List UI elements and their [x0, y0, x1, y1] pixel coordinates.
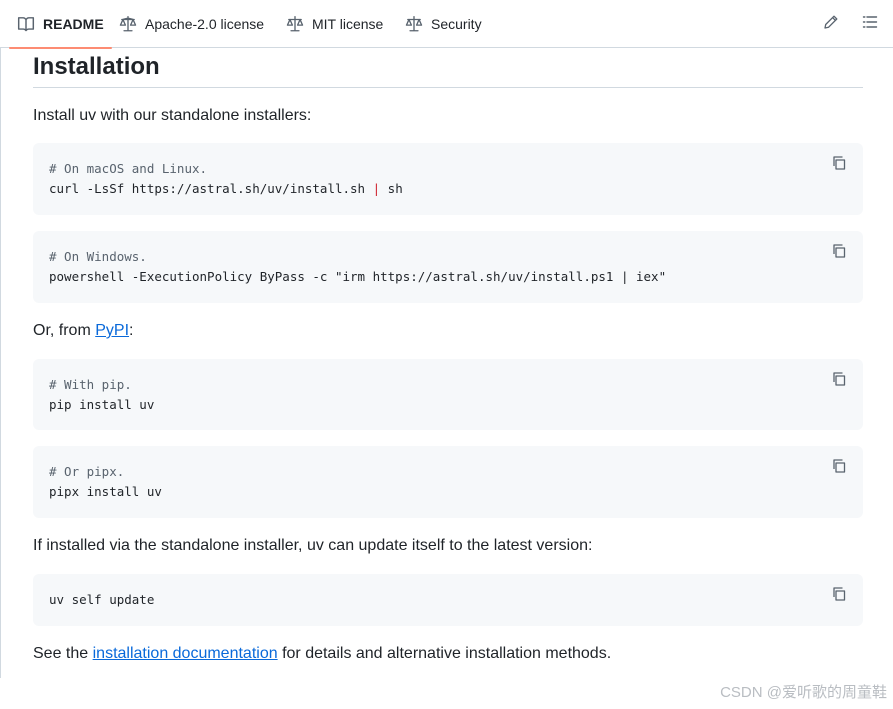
scale-icon — [405, 15, 423, 33]
code-block-self-update: uv self update — [33, 574, 863, 626]
section-heading: Installation — [33, 52, 863, 88]
code-comment: # On macOS and Linux. — [49, 161, 208, 176]
copy-icon — [831, 586, 847, 607]
code-text[interactable]: # On Windows. powershell -ExecutionPolic… — [49, 247, 666, 287]
tab-mit-label: MIT license — [312, 16, 384, 32]
list-icon — [862, 14, 878, 35]
readme-tabbar: README Apache-2.0 license MIT license Se… — [0, 0, 893, 49]
copy-icon — [831, 243, 847, 264]
copy-button[interactable] — [830, 155, 848, 176]
copy-button[interactable] — [830, 458, 848, 479]
code-command: pip install uv — [49, 397, 155, 412]
code-comment: # On Windows. — [49, 249, 147, 264]
docs-suffix: for details and alternative installation… — [277, 645, 612, 662]
code-command: uv self update — [49, 592, 155, 607]
scale-icon — [286, 15, 304, 33]
code-text[interactable]: # Or pipx. pipx install uv — [49, 462, 162, 502]
tab-mit-license[interactable]: MIT license — [286, 0, 383, 48]
copy-icon — [831, 155, 847, 176]
content-left-border — [0, 48, 1, 678]
tab-readme-label: README — [43, 16, 104, 32]
pypi-link[interactable]: PyPI — [95, 322, 129, 339]
pypi-paragraph: Or, from PyPI: — [33, 320, 133, 342]
tab-apache-label: Apache-2.0 license — [145, 16, 265, 32]
docs-paragraph: See the installation documentation for d… — [33, 643, 611, 665]
code-command: pipx install uv — [49, 484, 162, 499]
copy-icon — [831, 371, 847, 392]
update-paragraph: If installed via the standalone installe… — [33, 537, 593, 554]
copy-button[interactable] — [830, 586, 848, 607]
tab-security[interactable]: Security — [405, 0, 482, 48]
code-command: curl -LsSf https://astral.sh/uv/install.… — [49, 181, 373, 196]
intro-paragraph: Install uv with our standalone installer… — [33, 107, 312, 124]
pencil-icon — [823, 14, 839, 35]
code-text[interactable]: # With pip. pip install uv — [49, 375, 154, 415]
book-icon — [17, 15, 35, 33]
tab-apache-license[interactable]: Apache-2.0 license — [119, 0, 264, 48]
code-command-tail: sh — [380, 181, 403, 196]
copy-button[interactable] — [830, 371, 848, 392]
edit-file-button[interactable] — [821, 14, 841, 34]
code-block-pipx: # Or pipx. pipx install uv — [33, 446, 863, 518]
code-text[interactable]: # On macOS and Linux. curl -LsSf https:/… — [49, 159, 403, 199]
tab-readme[interactable]: README — [9, 0, 112, 49]
tab-security-label: Security — [431, 16, 482, 32]
code-block-windows: # On Windows. powershell -ExecutionPolic… — [33, 231, 863, 303]
copy-button[interactable] — [830, 243, 848, 264]
docs-prefix: See the — [33, 645, 93, 662]
copy-icon — [831, 458, 847, 479]
code-pipe: | — [372, 181, 381, 196]
code-comment: # Or pipx. — [49, 464, 125, 479]
outline-button[interactable] — [860, 14, 880, 34]
code-text[interactable]: uv self update — [49, 590, 154, 610]
pypi-suffix: : — [129, 322, 134, 339]
code-comment: # With pip. — [49, 377, 132, 392]
pypi-prefix: Or, from — [33, 322, 96, 339]
watermark: CSDN @爱听歌的周童鞋 — [720, 684, 887, 701]
code-command: powershell -ExecutionPolicy ByPass -c "i… — [49, 269, 667, 284]
code-block-pip: # With pip. pip install uv — [33, 359, 863, 430]
installation-docs-link[interactable]: installation documentation — [93, 645, 278, 662]
scale-icon — [119, 15, 137, 33]
code-block-macos: # On macOS and Linux. curl -LsSf https:/… — [33, 143, 863, 215]
